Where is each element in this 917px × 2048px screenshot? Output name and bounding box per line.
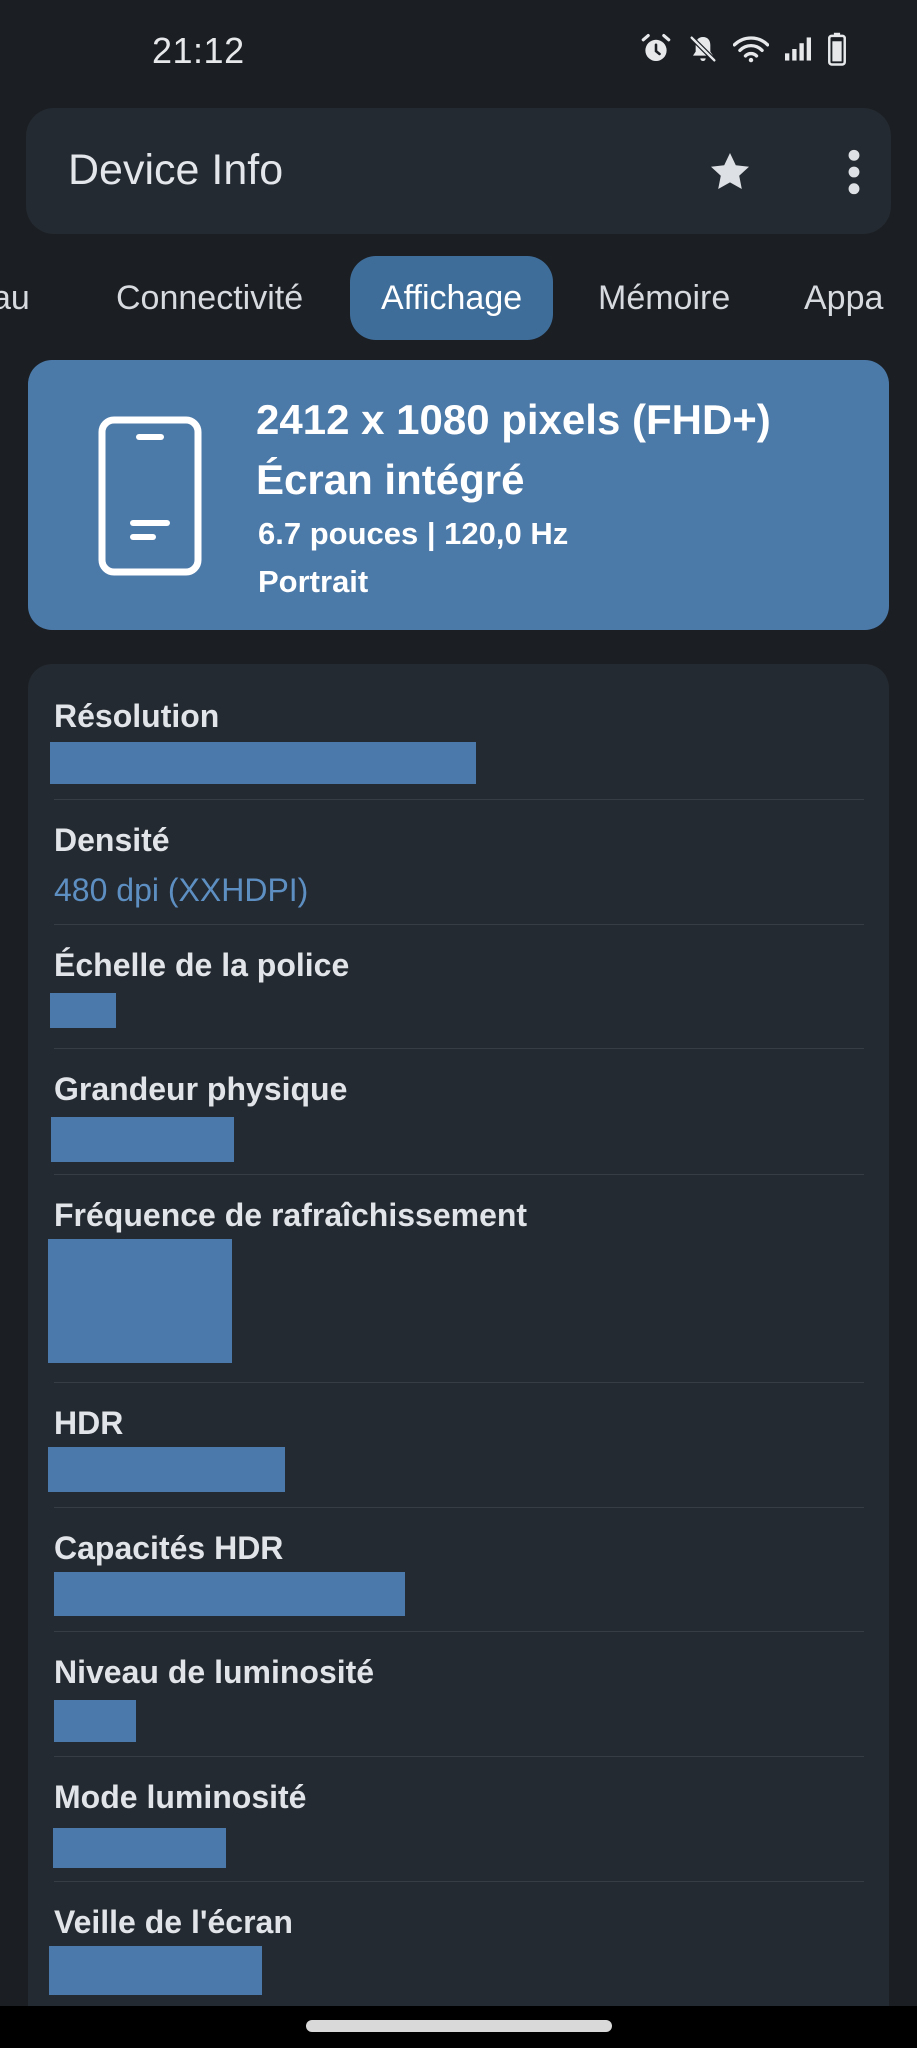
tab-connectivite[interactable]: Connectivité (116, 256, 303, 340)
redacted-value (54, 1700, 136, 1742)
detail-label: Grandeur physique (54, 1071, 348, 1107)
status-time: 21:12 (152, 30, 245, 71)
divider (54, 1881, 864, 1882)
redacted-value (49, 1946, 262, 1995)
summary-resolution: 2412 x 1080 pixels (FHD+) (256, 396, 771, 443)
app-title: Device Info (68, 146, 284, 194)
navigation-gesture-area (0, 2006, 917, 2048)
more-vert-icon[interactable] (826, 144, 882, 200)
redacted-value (48, 1447, 285, 1492)
star-icon[interactable] (702, 144, 758, 200)
display-details-list: Résolution Densité 480 dpi (XXHDPI) Éche… (28, 664, 889, 2048)
notifications-off-icon (687, 33, 719, 65)
redacted-value (50, 742, 476, 784)
detail-label: Résolution (54, 698, 220, 734)
redacted-value (54, 1572, 405, 1616)
display-summary-card: 2412 x 1080 pixels (FHD+) Écran intégré … (28, 360, 889, 630)
detail-label: Veille de l'écran (54, 1904, 293, 1940)
summary-orientation: Portrait (258, 564, 369, 599)
status-bar: 21:12 (0, 0, 917, 104)
divider (54, 1507, 864, 1508)
wifi-icon (733, 34, 769, 64)
detail-label: Densité (54, 822, 170, 858)
divider (54, 1048, 864, 1049)
home-gesture-handle[interactable] (306, 2020, 612, 2032)
detail-label: Mode luminosité (54, 1779, 307, 1815)
divider (54, 799, 864, 800)
tab-memoire[interactable]: Mémoire (598, 256, 730, 340)
redacted-value (51, 1117, 234, 1162)
summary-screen-type: Écran intégré (256, 456, 525, 503)
tab-partial-left[interactable]: au (0, 256, 30, 340)
detail-label: Fréquence de rafraîchissement (54, 1197, 528, 1233)
detail-label: Échelle de la police (54, 947, 350, 983)
phone-icon (98, 416, 202, 581)
signal-icon (783, 36, 813, 62)
tab-bar: au Connectivité Affichage Mémoire Appa (0, 256, 917, 340)
battery-icon (827, 32, 847, 66)
alarm-icon (639, 32, 673, 66)
divider (54, 1174, 864, 1175)
redacted-value (48, 1239, 232, 1363)
detail-label: HDR (54, 1405, 124, 1441)
tab-affichage[interactable]: Affichage (350, 256, 554, 340)
detail-value: 480 dpi (XXHDPI) (54, 872, 309, 908)
detail-label: Niveau de luminosité (54, 1654, 375, 1690)
divider (54, 1631, 864, 1632)
redacted-value (50, 993, 116, 1028)
divider (54, 924, 864, 925)
redacted-value (53, 1828, 226, 1868)
tab-partial-right[interactable]: Appa (804, 256, 883, 340)
top-app-bar: Device Info (26, 108, 891, 234)
divider (54, 1756, 864, 1757)
status-icons (639, 32, 847, 66)
divider (54, 1382, 864, 1383)
detail-label: Capacités HDR (54, 1530, 284, 1566)
summary-size-refresh: 6.7 pouces | 120,0 Hz (258, 516, 569, 551)
